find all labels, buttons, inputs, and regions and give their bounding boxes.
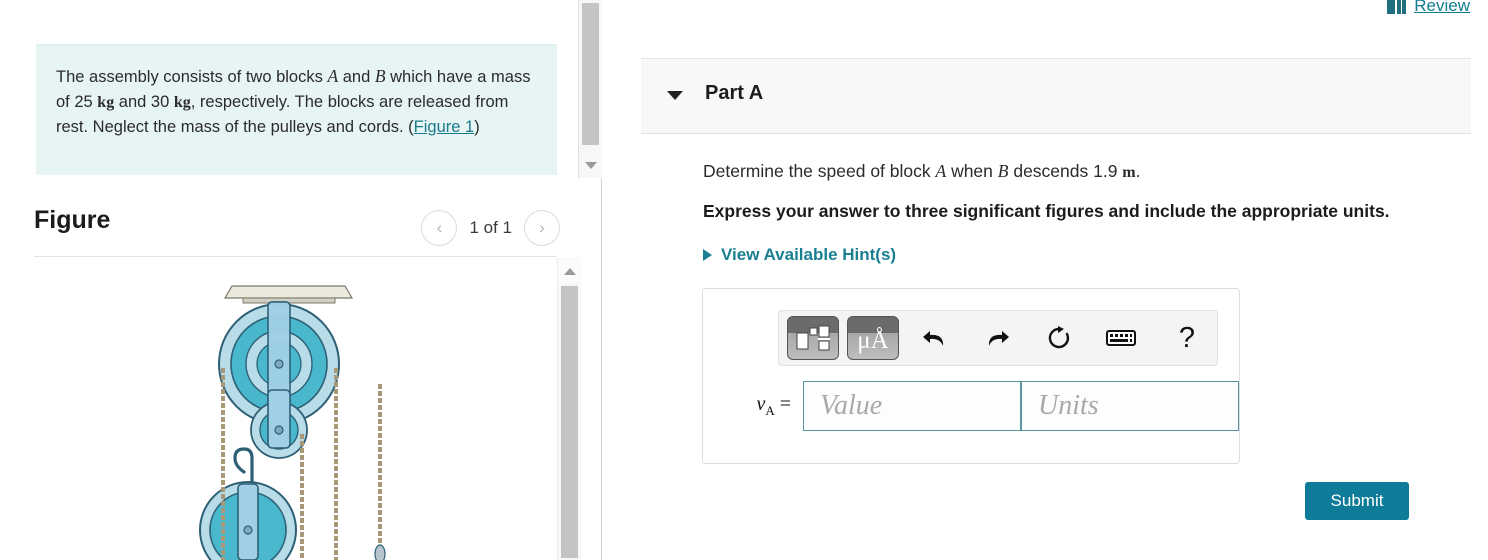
figure-next-button[interactable]: ›: [524, 210, 560, 246]
problem-scrollbar[interactable]: [578, 0, 602, 178]
chevron-left-icon: ‹: [436, 218, 443, 237]
figure-1-link[interactable]: Figure 1: [414, 118, 475, 136]
problem-var-a: A: [327, 66, 339, 86]
problem-page: The assembly consists of two blocks A an…: [0, 0, 1488, 560]
figure-scrollbar[interactable]: [557, 258, 581, 560]
redo-glyph: [988, 331, 1009, 346]
figure-header: Figure ‹ 1 of 1 ›: [0, 196, 578, 256]
figure-viewport: [0, 258, 557, 560]
problem-var-b: B: [374, 66, 386, 86]
view-hints-label: View Available Hint(s): [721, 245, 897, 264]
view-hints-link[interactable]: View Available Hint(s): [703, 245, 896, 265]
submit-button[interactable]: Submit: [1305, 482, 1409, 520]
keyboard-icon[interactable]: [1095, 316, 1147, 360]
answer-toolbar: μÅ ?: [778, 310, 1218, 366]
reset-glyph: [1048, 326, 1070, 349]
answer-equals-sign: =: [774, 393, 791, 415]
math-template-glyph: [796, 325, 830, 351]
answer-units-placeholder: Units: [1038, 390, 1099, 421]
problem-scrollbar-thumb[interactable]: [582, 3, 599, 145]
problem-unit-1: kg: [97, 93, 115, 111]
figure-navigation: ‹ 1 of 1 ›: [421, 210, 560, 246]
answer-value-placeholder: Value: [820, 390, 883, 421]
scroll-up-arrow-icon: [563, 267, 576, 275]
book-icon: [1387, 0, 1407, 14]
question-text: Determine the speed of block A when B de…: [703, 161, 1141, 182]
question-unit: m: [1122, 164, 1136, 181]
figure-scrollbar-thumb[interactable]: [561, 286, 578, 558]
answer-units-input[interactable]: Units: [1021, 381, 1239, 431]
figure-title: Figure: [34, 206, 111, 234]
question-var-a: A: [935, 161, 947, 181]
help-label: ?: [1178, 321, 1196, 354]
pulley-assembly-figure: [199, 285, 386, 560]
problem-text-seg-2: and: [338, 68, 375, 86]
figure-scroll-up-button[interactable]: [558, 259, 581, 283]
question-seg-3: descends 1.9: [1008, 161, 1123, 181]
triangle-right-icon: [703, 249, 712, 261]
answer-instruction: Express your answer to three significant…: [703, 201, 1390, 221]
problem-scroll-down-button[interactable]: [579, 152, 602, 178]
question-seg-2: when: [946, 161, 998, 181]
answer-variable-subscript: A: [765, 403, 775, 418]
undo-arrow-icon[interactable]: [909, 316, 961, 360]
question-mark-icon[interactable]: ?: [1161, 316, 1213, 360]
redo-arrow-icon[interactable]: [971, 316, 1023, 360]
answer-variable-name: v: [756, 393, 766, 415]
problem-unit-2: kg: [173, 93, 191, 111]
units-mu-angstrom-button[interactable]: μÅ: [847, 316, 899, 360]
answer-entry-box: μÅ ? vA = Value Units: [702, 288, 1240, 464]
review-label: Review: [1414, 0, 1470, 15]
problem-scroll-area: The assembly consists of two blocks A an…: [0, 0, 602, 178]
reset-circular-arrow-icon[interactable]: [1033, 316, 1085, 360]
problem-text-seg-1: The assembly consists of two blocks: [56, 68, 328, 86]
figure-divider: [34, 256, 557, 257]
problem-statement-box: The assembly consists of two blocks A an…: [36, 44, 557, 175]
answer-value-input[interactable]: Value: [803, 381, 1021, 431]
keyboard-glyph: [1106, 330, 1136, 346]
right-panel: Review Part A Determine the speed of blo…: [603, 0, 1488, 560]
chevron-right-icon: ›: [539, 218, 545, 237]
answer-variable-label: vA =: [717, 393, 803, 419]
figure-prev-button[interactable]: ‹: [421, 210, 458, 246]
problem-text-seg-4: and 30: [114, 92, 174, 111]
figure-count-label: 1 of 1: [469, 218, 512, 237]
part-a-title: Part A: [705, 82, 764, 104]
undo-glyph: [923, 331, 944, 346]
question-seg-4: .: [1135, 161, 1141, 181]
part-a-header[interactable]: Part A: [641, 58, 1471, 134]
left-panel: The assembly consists of two blocks A an…: [0, 0, 602, 560]
problem-text-seg-6: ): [474, 118, 480, 137]
answer-input-row: vA = Value Units: [717, 381, 1239, 431]
scroll-down-arrow-icon: [584, 161, 597, 169]
problem-statement-text: The assembly consists of two blocks A an…: [56, 64, 536, 140]
math-template-icon[interactable]: [787, 316, 839, 360]
question-var-b: B: [997, 161, 1009, 181]
review-link[interactable]: Review: [1387, 0, 1470, 16]
caret-down-icon[interactable]: [667, 91, 683, 100]
units-mu-angstrom-label: μÅ: [857, 326, 889, 354]
question-seg-1: Determine the speed of block: [703, 161, 936, 181]
